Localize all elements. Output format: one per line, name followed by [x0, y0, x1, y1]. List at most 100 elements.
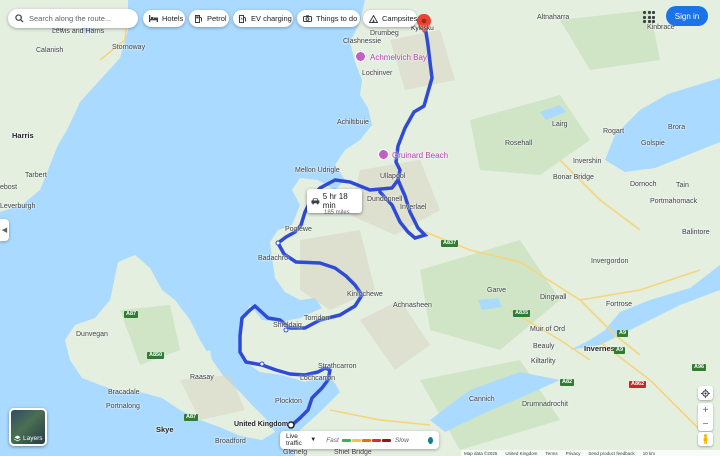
my-location-icon: [701, 388, 710, 398]
live-traffic-panel[interactable]: Live traffic ▼ Fast Slow: [280, 431, 439, 449]
place-label: Mellon Udrigle: [295, 167, 340, 174]
place-label: Rogart: [603, 128, 625, 135]
my-location-button[interactable]: [698, 386, 713, 400]
place-label: Tarbert: [25, 172, 47, 179]
place-label: Beauly: [533, 343, 555, 350]
place-label: Leverburgh: [0, 203, 36, 210]
place-label: Dunvegan: [76, 331, 108, 338]
road-shield: A837: [441, 240, 459, 247]
place-label: Clashnessie: [343, 38, 382, 45]
dropdown-arrow-icon[interactable]: ▼: [310, 437, 316, 443]
scale-label[interactable]: 10 km: [643, 451, 655, 456]
place-label: Harris: [12, 131, 34, 140]
place-label: Broadford: [215, 438, 246, 445]
place-label: Bracadale: [108, 389, 140, 396]
privacy-link[interactable]: Privacy: [566, 451, 581, 456]
place-label: Glenelg: [283, 449, 308, 456]
place-label: Poolewe: [285, 226, 312, 233]
traffic-fast-label: Fast: [326, 436, 339, 444]
sign-in-button[interactable]: Sign in: [666, 6, 708, 26]
place-label: Bonar Bridge: [553, 174, 594, 181]
place-label: Raasay: [190, 374, 214, 381]
map-footer: Map data ©2025 United Kingdom Terms Priv…: [461, 450, 720, 456]
place-label: Stornoway: [112, 44, 146, 51]
place-label: Calanish: [36, 47, 64, 54]
road-shield: A862: [629, 381, 647, 388]
zoom-in-button[interactable]: +: [698, 403, 713, 417]
live-traffic-label: Live traffic: [286, 433, 302, 447]
chip-things-to-do[interactable]: Things to do: [297, 10, 360, 27]
place-label: Rosehall: [505, 140, 533, 147]
region-label: United Kingdom: [505, 450, 538, 456]
place-label: Cannich: [469, 396, 495, 403]
road-shield: A835: [513, 310, 531, 317]
place-label: Muir of Ord: [530, 326, 566, 333]
origin-marker-icon: [287, 421, 295, 429]
car-icon: [311, 198, 320, 205]
layers-label: Layers: [23, 435, 43, 442]
poi-gruinard-beach[interactable]: Gruinard Beach: [392, 151, 448, 160]
route-distance: 185 miles: [324, 210, 350, 216]
destination-label: Kylesku: [411, 25, 434, 32]
place-label: Skye: [156, 425, 174, 434]
place-label: Kinlochewe: [347, 291, 383, 298]
tent-icon: [369, 14, 378, 23]
road-shield: A850: [147, 352, 165, 359]
place-label: Altnaharra: [537, 14, 570, 21]
place-label: Balintore: [682, 229, 710, 236]
place-label: Lochinver: [362, 70, 393, 77]
chip-petrol[interactable]: Petrol: [189, 10, 229, 27]
place-label: Invergordon: [591, 258, 629, 265]
beach-icon[interactable]: [378, 149, 389, 160]
chip-campsites[interactable]: Campsites: [363, 10, 417, 27]
place-label: Invershin: [573, 158, 602, 165]
place-label: Drumnadrochit: [522, 401, 568, 408]
place-label: Badachro: [258, 255, 288, 262]
pegman-icon: [703, 434, 708, 444]
place-label: Portmahomack: [650, 198, 698, 205]
traffic-toggle-icon[interactable]: [427, 436, 433, 444]
chip-ev-charging[interactable]: EV charging: [233, 10, 293, 27]
place-label: Dundonnell: [367, 196, 403, 203]
search-placeholder: Search along the route...: [29, 14, 112, 23]
road-shield: A96: [692, 364, 707, 371]
place-label: Ullapool: [380, 173, 406, 180]
place-label: Tain: [676, 182, 689, 189]
chip-label: EV charging: [251, 14, 292, 23]
search-along-route-input[interactable]: Search along the route...: [8, 9, 138, 28]
feedback-link[interactable]: Send product feedback: [588, 451, 634, 456]
place-label: Portnalong: [106, 403, 140, 410]
place-label: Shiel Bridge: [334, 449, 372, 456]
place-label: Strathcarron: [318, 363, 357, 370]
place-label: Lairg: [552, 121, 568, 128]
ev-charger-icon: [239, 14, 247, 23]
place-label: Drumbeg: [370, 30, 399, 37]
place-label: Torridon: [304, 315, 330, 322]
place-label: ebost: [0, 184, 18, 191]
layers-button[interactable]: Layers: [9, 408, 47, 446]
poi-achmelvich-bay[interactable]: Achmelvich Bay: [370, 53, 427, 62]
map-canvas[interactable]: [0, 0, 720, 456]
road-shield: A9: [614, 347, 626, 354]
apps-grid-icon[interactable]: [642, 10, 656, 24]
route-duration: 5 hr 18 min: [322, 192, 348, 210]
place-label: Lochcarron: [300, 375, 336, 382]
traffic-slow-label: Slow: [394, 436, 409, 444]
chip-label: Petrol: [207, 14, 227, 23]
route-duration-callout[interactable]: 5 hr 18 min 185 miles: [307, 189, 362, 216]
beach-icon[interactable]: [355, 51, 366, 62]
search-icon: [15, 14, 24, 23]
fuel-pump-icon: [195, 14, 203, 23]
layers-icon: [14, 435, 21, 442]
chip-label: Campsites: [382, 14, 418, 23]
place-label: Dingwall: [540, 294, 567, 301]
terms-link[interactable]: Terms: [545, 451, 557, 456]
chip-label: Hotels: [162, 14, 184, 23]
chip-hotels[interactable]: Hotels: [143, 10, 185, 27]
zoom-out-button[interactable]: −: [698, 417, 713, 431]
chevron-left-icon: ◀: [1, 227, 8, 234]
pegman-button[interactable]: [698, 432, 713, 446]
place-label: Golspie: [641, 140, 665, 147]
collapse-panel-button[interactable]: ◀: [0, 219, 9, 241]
place-label: Fortrose: [606, 301, 633, 308]
